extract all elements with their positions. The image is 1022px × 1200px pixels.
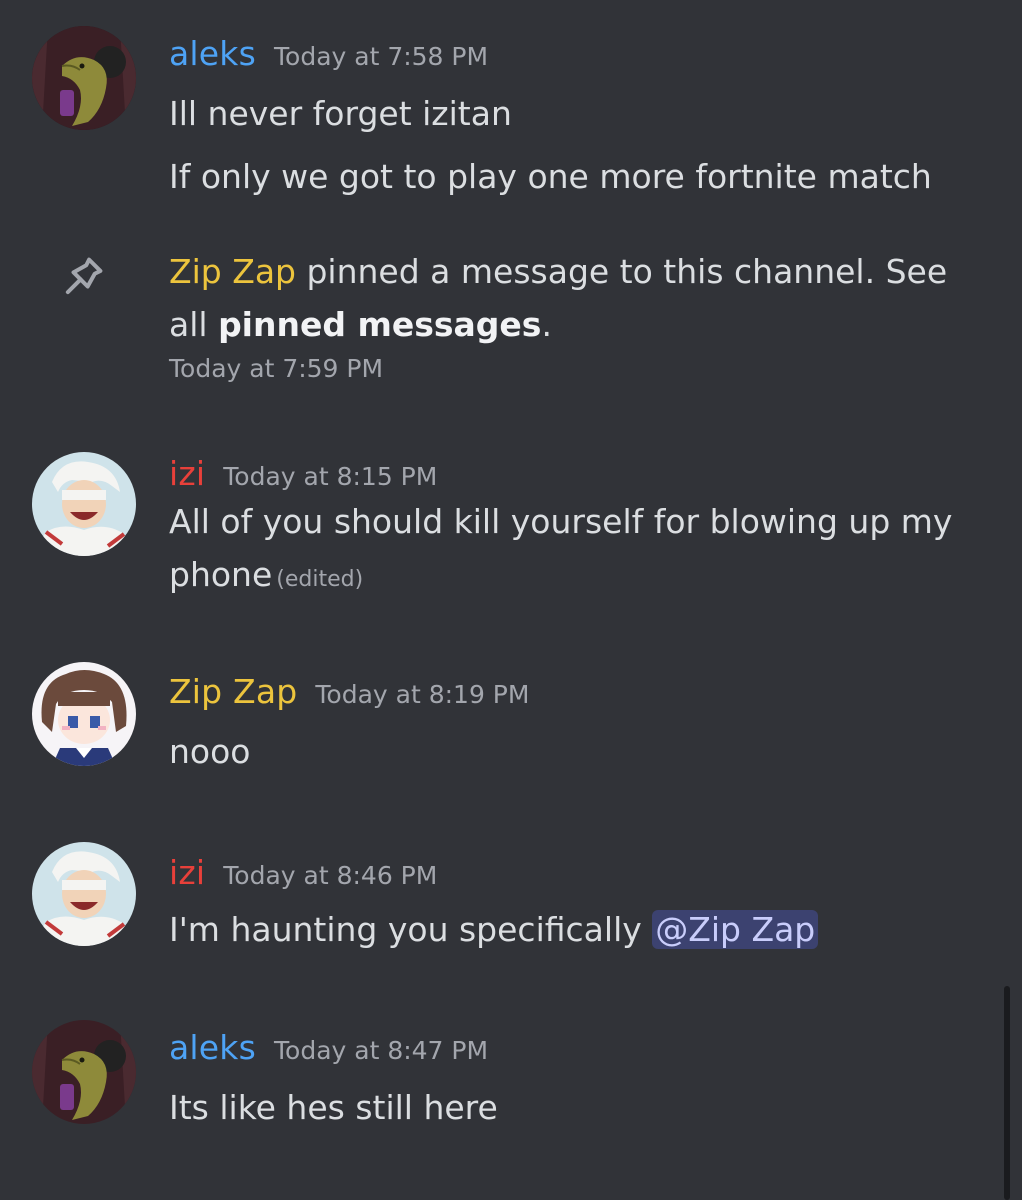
avatar-aleks[interactable] xyxy=(32,26,136,130)
author-name[interactable]: izi xyxy=(169,853,205,892)
avatar-izi[interactable] xyxy=(32,842,136,946)
avatar-aleks[interactable] xyxy=(32,1020,136,1124)
timestamp: Today at 8:47 PM xyxy=(274,1036,489,1065)
author-name[interactable]: aleks xyxy=(169,1028,256,1067)
pinned-messages-link[interactable]: pinned messages xyxy=(218,305,541,344)
message-header: izi Today at 8:46 PM xyxy=(169,853,437,892)
avatar-zip-zap[interactable] xyxy=(32,662,136,766)
pixel-anime-girl-avatar-icon xyxy=(32,662,136,766)
pin-notice-text: all xyxy=(169,305,219,344)
message-header: aleks Today at 8:47 PM xyxy=(169,1028,488,1067)
message-text-content: I'm haunting you specifically xyxy=(169,910,653,949)
pin-actor-name[interactable]: Zip Zap xyxy=(169,252,296,291)
edited-label: (edited) xyxy=(276,567,364,592)
avatar-izi[interactable] xyxy=(32,452,136,556)
pin-notice-text: pinned a message to this channel. See xyxy=(296,252,948,291)
message-text: nooo xyxy=(169,732,251,771)
message-header: aleks Today at 7:58 PM xyxy=(169,34,488,73)
anime-character-avatar-icon xyxy=(32,452,136,556)
timestamp: Today at 8:46 PM xyxy=(223,861,438,890)
message-header: izi Today at 8:15 PM xyxy=(169,454,437,493)
author-name[interactable]: Zip Zap xyxy=(169,672,297,711)
message-text: I'm haunting you specifically @Zip Zap xyxy=(169,910,819,949)
timestamp: Today at 7:58 PM xyxy=(274,42,489,71)
author-name[interactable]: aleks xyxy=(169,34,256,73)
message-text: If only we got to play one more fortnite… xyxy=(169,157,932,196)
timestamp: Today at 7:59 PM xyxy=(169,354,384,383)
message-text: phone (edited) xyxy=(169,555,363,594)
lizard-avatar-icon xyxy=(32,1020,136,1124)
scrollbar[interactable] xyxy=(1004,986,1010,1200)
message-header: Zip Zap Today at 8:19 PM xyxy=(169,672,529,711)
user-mention[interactable]: @Zip Zap xyxy=(652,910,819,949)
anime-character-avatar-icon xyxy=(32,842,136,946)
timestamp: Today at 8:19 PM xyxy=(315,680,530,709)
message-text-content: phone xyxy=(169,555,273,594)
pin-icon xyxy=(56,252,108,304)
timestamp: Today at 8:15 PM xyxy=(223,462,438,491)
pin-notice-line-2: all pinned messages. xyxy=(169,305,552,344)
message-text: Ill never forget izitan xyxy=(169,94,512,133)
message-text: Its like hes still here xyxy=(169,1088,498,1127)
message-text: All of you should kill yourself for blow… xyxy=(169,502,953,541)
lizard-avatar-icon xyxy=(32,26,136,130)
author-name[interactable]: izi xyxy=(169,454,205,493)
pin-notice-text: . xyxy=(541,305,552,344)
pin-notice-line-1: Zip Zap pinned a message to this channel… xyxy=(169,252,947,291)
